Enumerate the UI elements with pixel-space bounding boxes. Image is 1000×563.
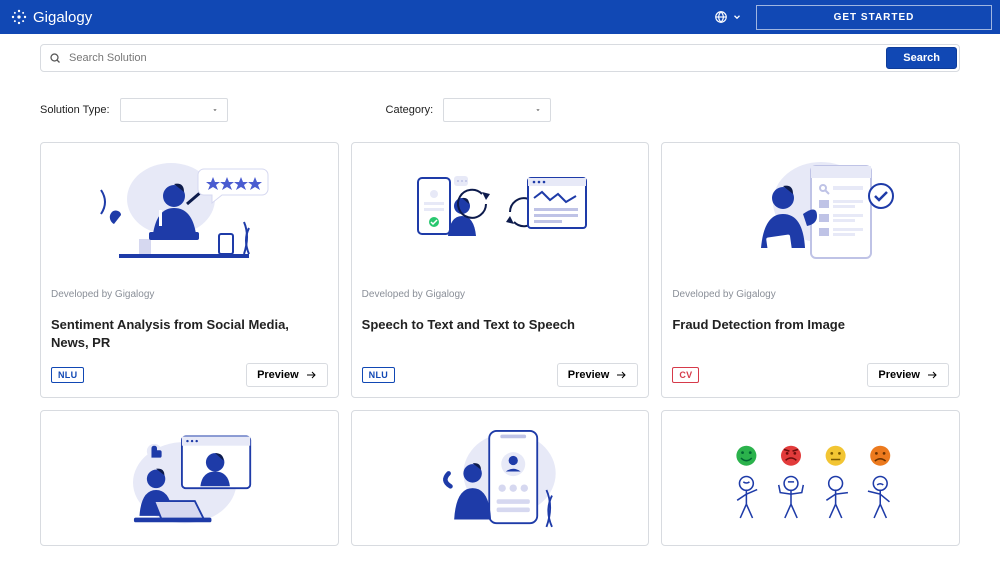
brand-logo-icon bbox=[10, 8, 28, 26]
search-input[interactable] bbox=[69, 45, 884, 71]
card-illustration-sentiment bbox=[41, 143, 338, 285]
search-bar: Search bbox=[40, 44, 960, 72]
preview-button[interactable]: Preview bbox=[246, 363, 328, 387]
solution-card[interactable] bbox=[661, 410, 960, 546]
globe-icon bbox=[714, 10, 728, 24]
preview-button[interactable]: Preview bbox=[867, 363, 949, 387]
solution-card[interactable]: Developed by Gigalogy Sentiment Analysis… bbox=[40, 142, 339, 398]
card-title: Sentiment Analysis from Social Media, Ne… bbox=[51, 316, 328, 352]
solution-card[interactable]: Developed by Gigalogy Speech to Text and… bbox=[351, 142, 650, 398]
card-title: Fraud Detection from Image bbox=[672, 316, 949, 350]
solutions-grid: Developed by Gigalogy Sentiment Analysis… bbox=[0, 122, 1000, 546]
card-title: Speech to Text and Text to Speech bbox=[362, 316, 639, 350]
filters-row: Solution Type: Category: bbox=[0, 72, 1000, 122]
arrow-right-icon bbox=[615, 369, 627, 381]
chevron-down-icon bbox=[732, 12, 742, 22]
card-illustration-profile-app bbox=[352, 411, 649, 545]
card-illustration-speech bbox=[352, 143, 649, 285]
card-illustration-emotion-faces bbox=[662, 411, 959, 545]
topbar: Gigalogy GET STARTED bbox=[0, 0, 1000, 34]
card-developer: Developed by Gigalogy bbox=[362, 289, 639, 300]
solution-type-select[interactable] bbox=[120, 98, 228, 122]
get-started-button[interactable]: GET STARTED bbox=[756, 5, 992, 30]
language-selector[interactable] bbox=[714, 10, 742, 24]
arrow-right-icon bbox=[926, 369, 938, 381]
search-button[interactable]: Search bbox=[886, 47, 957, 69]
solution-card[interactable] bbox=[40, 410, 339, 546]
solution-card[interactable]: Developed by Gigalogy Fraud Detection fr… bbox=[661, 142, 960, 398]
solution-type-label: Solution Type: bbox=[40, 104, 110, 116]
card-developer: Developed by Gigalogy bbox=[672, 289, 949, 300]
card-badge: CV bbox=[672, 367, 699, 383]
card-illustration-fraud bbox=[662, 143, 959, 285]
card-badge: NLU bbox=[362, 367, 395, 383]
search-container: Search bbox=[0, 34, 1000, 72]
search-icon bbox=[41, 45, 69, 71]
category-select[interactable] bbox=[443, 98, 551, 122]
card-developer: Developed by Gigalogy bbox=[51, 289, 328, 300]
preview-button[interactable]: Preview bbox=[557, 363, 639, 387]
caret-down-icon bbox=[211, 106, 219, 114]
brand-name: Gigalogy bbox=[33, 9, 92, 26]
brand[interactable]: Gigalogy bbox=[10, 8, 92, 26]
solution-card[interactable] bbox=[351, 410, 650, 546]
card-badge: NLU bbox=[51, 367, 84, 383]
caret-down-icon bbox=[534, 106, 542, 114]
arrow-right-icon bbox=[305, 369, 317, 381]
card-illustration-video-call bbox=[41, 411, 338, 545]
category-label: Category: bbox=[386, 104, 434, 116]
